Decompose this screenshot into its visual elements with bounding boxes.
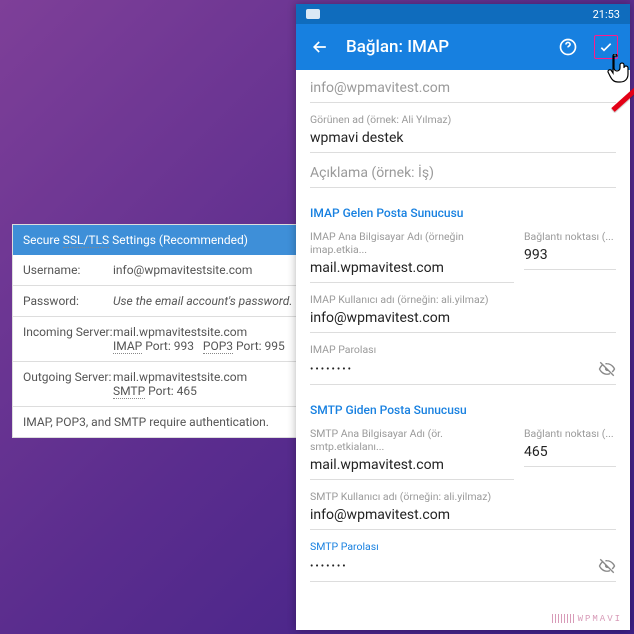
- smtp-pw-input[interactable]: •••••••: [310, 553, 616, 582]
- imap-pw-label: IMAP Parolası: [310, 343, 616, 356]
- back-button[interactable]: [308, 35, 332, 59]
- status-bar: 21:53: [296, 4, 630, 24]
- smtp-user-label: SMTP Kullanıcı adı (örneğin: ali.yilmaz): [310, 490, 616, 503]
- cursor-pointer-icon: [606, 54, 632, 84]
- description-input[interactable]: Açıklama (örnek: İş): [310, 153, 616, 188]
- label-password: Password:: [23, 294, 113, 308]
- imap-port-input[interactable]: 993: [524, 243, 616, 270]
- imap-user-label: IMAP Kullanıcı adı (örneğin: ali.yilmaz): [310, 293, 616, 306]
- eye-off-icon[interactable]: [598, 360, 616, 378]
- smtp-port-input[interactable]: 465: [524, 440, 616, 467]
- status-time: 21:53: [593, 8, 620, 21]
- imap-section-title: IMAP Gelen Posta Sunucusu: [310, 206, 616, 220]
- displayname-input[interactable]: wpmavi destek: [310, 126, 616, 153]
- smtp-user-input[interactable]: info@wpmavitest.com: [310, 503, 616, 530]
- app-title: Bağlan: IMAP: [346, 37, 542, 57]
- keyboard-icon: [306, 9, 320, 19]
- label-username: Username:: [23, 263, 113, 277]
- phone-screen: 21:53 Bağlan: IMAP info@wpmavitest.com G…: [296, 4, 630, 630]
- imap-port-label: Bağlantı noktası (...: [524, 230, 616, 243]
- imap-host-input[interactable]: mail.wpmavitest.com: [310, 256, 514, 283]
- email-readonly: info@wpmavitest.com: [310, 78, 616, 103]
- imap-host-label: IMAP Ana Bilgisayar Adı (örneğin imap.et…: [310, 230, 514, 256]
- help-button[interactable]: [556, 35, 580, 59]
- smtp-section-title: SMTP Giden Posta Sunucusu: [310, 403, 616, 417]
- app-bar: Bağlan: IMAP: [296, 24, 630, 70]
- phone-form: info@wpmavitest.com Görünen ad (örnek: A…: [296, 70, 630, 630]
- label-incoming: Incoming Server:: [23, 325, 113, 353]
- smtp-host-input[interactable]: mail.wpmavitest.com: [310, 453, 514, 480]
- watermark: WPMAVI: [552, 614, 622, 624]
- label-outgoing: Outgoing Server:: [23, 370, 113, 398]
- smtp-port-label: Bağlantı noktası (...: [524, 427, 616, 440]
- eye-off-icon[interactable]: [598, 557, 616, 575]
- displayname-label: Görünen ad (örnek: Ali Yılmaz): [310, 113, 616, 126]
- smtp-pw-label: SMTP Parolası: [310, 540, 616, 553]
- smtp-host-label: SMTP Ana Bilgisayar Adı (ör. smtp.etkial…: [310, 427, 514, 453]
- imap-pw-input[interactable]: ••••••••: [310, 356, 616, 385]
- imap-user-input[interactable]: info@wpmavitest.com: [310, 306, 616, 333]
